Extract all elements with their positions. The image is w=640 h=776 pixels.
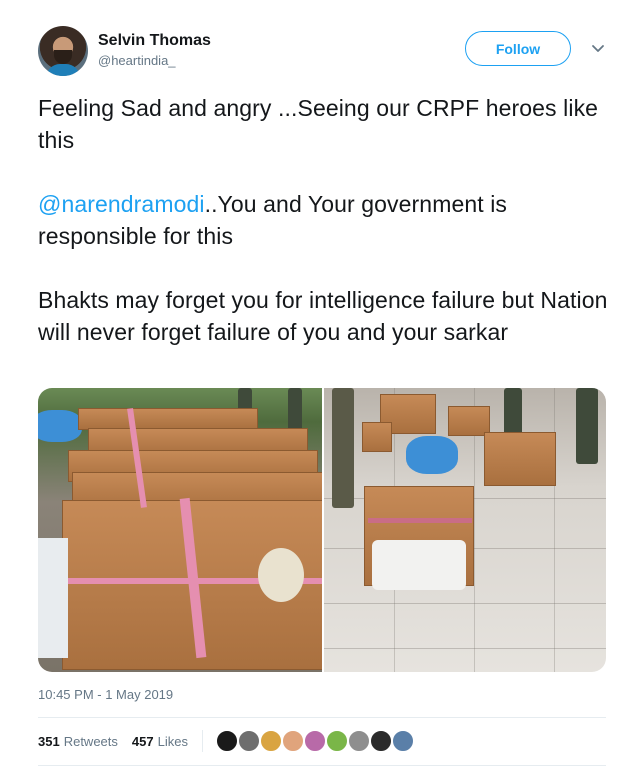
photo-tarp [38, 410, 82, 442]
likers-avatars [214, 729, 415, 753]
tweet-paragraph-3: Bhakts may forget you for intelligence f… [38, 287, 608, 345]
tweet-stats: 351 Retweets 457 Likes [38, 729, 415, 753]
avatar-shirt [46, 64, 80, 76]
media-grid [38, 388, 606, 672]
photo-figure [288, 388, 302, 432]
avatar-beard [54, 50, 72, 64]
retweets-count[interactable]: 351 [38, 734, 60, 749]
floor-line [324, 603, 606, 604]
chevron-down-icon[interactable] [590, 40, 606, 56]
floor-line [554, 388, 555, 672]
liker-avatar[interactable] [302, 729, 327, 753]
left-photo[interactable] [38, 388, 322, 672]
tweet-timestamp[interactable]: 10:45 PM - 1 May 2019 [38, 687, 173, 702]
photo-box [484, 432, 556, 486]
tweet-paragraph-2: @narendramodi..You and Your government i… [38, 188, 608, 252]
liker-avatar[interactable] [280, 729, 305, 753]
liker-avatar[interactable] [368, 729, 393, 753]
photo-figure [332, 388, 354, 508]
floor-line [324, 648, 606, 649]
tweet-text: Feeling Sad and angry ...Seeing our CRPF… [38, 92, 608, 348]
stats-separator [201, 730, 203, 752]
author-name[interactable]: Selvin Thomas [98, 32, 211, 50]
photo-rope [258, 548, 304, 602]
liker-avatar[interactable] [258, 729, 283, 753]
likes-count[interactable]: 457 [132, 734, 154, 749]
liker-avatar[interactable] [324, 729, 349, 753]
divider [38, 765, 606, 766]
liker-avatar[interactable] [390, 729, 415, 753]
photo-strap [368, 518, 472, 523]
likes-label[interactable]: Likes [158, 734, 188, 749]
photo-tarp [406, 436, 458, 474]
tweet-paragraph-1: Feeling Sad and angry ...Seeing our CRPF… [38, 95, 599, 153]
retweets-label[interactable]: Retweets [64, 734, 118, 749]
photo-box [362, 422, 392, 452]
tweet-header: Selvin Thomas @heartindia_ Follow [38, 26, 608, 78]
liker-avatar[interactable] [214, 729, 239, 753]
mention-link[interactable]: @narendramodi [38, 191, 205, 217]
follow-button[interactable]: Follow [465, 31, 571, 66]
divider [38, 717, 606, 718]
user-avatar[interactable] [38, 26, 88, 76]
photo-sheet [372, 540, 466, 590]
photo-figure [576, 388, 598, 464]
right-photo[interactable] [324, 388, 606, 672]
photo-box [78, 408, 258, 430]
photo-sheet [38, 538, 68, 658]
liker-avatar[interactable] [236, 729, 261, 753]
author-handle[interactable]: @heartindia_ [98, 53, 176, 68]
liker-avatar[interactable] [346, 729, 371, 753]
